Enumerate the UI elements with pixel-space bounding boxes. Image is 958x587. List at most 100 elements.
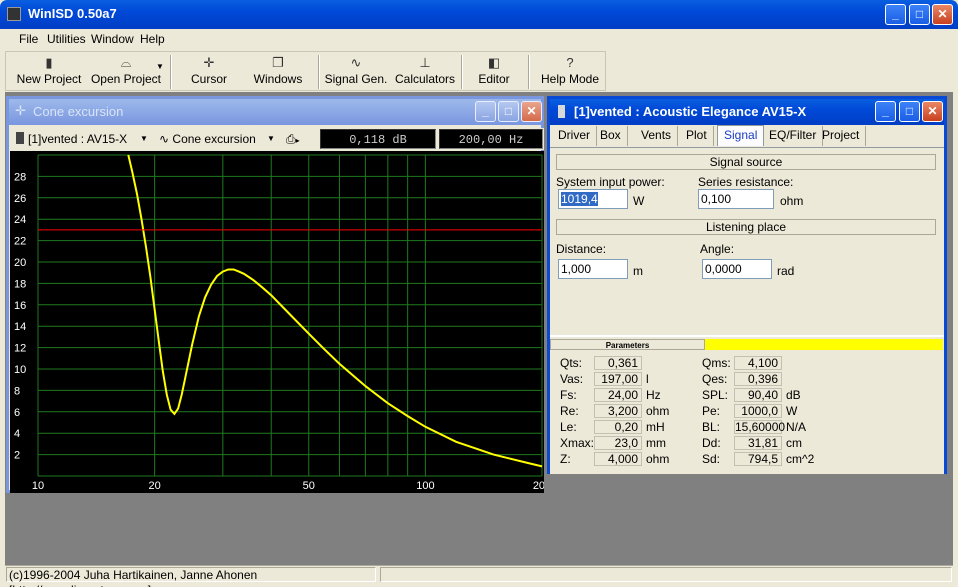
y-tick-label: 24	[14, 214, 26, 226]
param-xmax-label: Xmax:	[560, 436, 595, 450]
menu-utilities[interactable]: Utilities	[47, 32, 86, 46]
windows-icon: ❐	[272, 55, 284, 70]
y-tick-label: 26	[14, 193, 26, 205]
help-mode-button[interactable]: ? Help Mode	[538, 54, 602, 90]
minimize-button[interactable]: _	[885, 4, 906, 25]
tab-strip: Driver Box Vents Plot Signal EQ/Filter P…	[550, 125, 944, 147]
listening-place-header: Listening place	[556, 219, 936, 235]
param-z-label: Z:	[560, 452, 571, 466]
editor-label: Editor	[478, 72, 510, 86]
tab-plot[interactable]: Plot	[680, 126, 714, 146]
cone-excursion-window[interactable]: ✛ Cone excursion _ □ ✕ [1]vented : AV15-…	[6, 96, 551, 493]
properties-titlebar[interactable]: [1]vented : Acoustic Elegance AV15-X _ □…	[550, 99, 944, 125]
toolbar-separator	[528, 55, 530, 89]
toolbar-separator	[461, 55, 463, 89]
maximize-button[interactable]: □	[899, 101, 920, 122]
graph-select[interactable]: ∿ Cone excursion ▼	[159, 129, 277, 149]
minimize-button[interactable]: _	[475, 101, 496, 122]
param-bl-unit: N/A	[786, 420, 807, 434]
tab-vents[interactable]: Vents	[635, 126, 679, 146]
open-project-button[interactable]: ⌓ Open Project	[86, 54, 166, 90]
readout-hz: 200,00 Hz	[439, 129, 543, 149]
windows-label: Windows	[253, 72, 303, 86]
status-text: (c)1996-2004 Juha Hartikainen, Janne Aho…	[6, 567, 376, 587]
cone-excursion-titlebar[interactable]: ✛ Cone excursion _ □ ✕	[9, 99, 542, 125]
y-tick-label: 4	[14, 428, 20, 440]
tab-project[interactable]: Project	[816, 126, 867, 146]
param-dd-value: 31,81	[734, 436, 782, 450]
signal-gen-button[interactable]: ∿ Signal Gen.	[324, 54, 388, 90]
open-project-label: Open Project	[90, 72, 162, 86]
app-icon[interactable]	[7, 7, 21, 21]
close-button[interactable]: ✕	[521, 101, 542, 122]
menubar: File Utilities Window Help	[5, 29, 953, 51]
project-properties-window[interactable]: [1]vented : Acoustic Elegance AV15-X _ □…	[547, 96, 947, 474]
param-qes-label: Qes:	[702, 372, 728, 386]
project-select-value: [1]vented : AV15-X	[28, 132, 128, 146]
editor-button[interactable]: ◧ Editor	[472, 54, 516, 90]
project-select[interactable]: [1]vented : AV15-X ▼	[16, 129, 151, 149]
menu-file[interactable]: File	[19, 32, 38, 46]
menu-window[interactable]: Window	[91, 32, 134, 46]
excursion-curve	[127, 154, 543, 468]
graph-select-value: Cone excursion	[172, 132, 256, 146]
angle-unit: rad	[777, 264, 795, 278]
minimize-button[interactable]: _	[875, 101, 896, 122]
y-tick-label: 18	[14, 278, 26, 290]
maximize-button[interactable]: □	[909, 4, 930, 25]
chevron-down-icon: ▼	[267, 134, 275, 143]
y-tick-label: 22	[14, 236, 26, 248]
param-qes-value: 0,396	[734, 372, 782, 386]
param-spl-unit: dB	[786, 388, 801, 402]
toolbar-separator	[170, 55, 172, 89]
maximize-button[interactable]: □	[498, 101, 519, 122]
tab-box[interactable]: Box	[594, 126, 628, 146]
distance-field[interactable]: 1,000	[558, 259, 628, 279]
param-sd-value: 794,5	[734, 452, 782, 466]
param-fs-value: 24,00	[594, 388, 642, 402]
tab-eq-filter[interactable]: EQ/Filter	[763, 126, 824, 146]
series-resistance-label: Series resistance:	[698, 175, 794, 189]
toolbar-separator	[318, 55, 320, 89]
cursor-icon: ✛	[15, 103, 26, 118]
param-qts-value: 0,361	[594, 356, 642, 370]
param-bl-value: 15,60000	[734, 420, 786, 434]
app-titlebar[interactable]: WinISD 0.50a7 _ □ ✕	[0, 0, 958, 29]
close-button[interactable]: ✕	[932, 4, 953, 25]
tab-driver[interactable]: Driver	[552, 126, 597, 146]
calculators-button[interactable]: ⊥ Calculators	[394, 54, 456, 90]
y-tick-label: 10	[14, 364, 26, 376]
series-resistance-field[interactable]: 0,100	[698, 189, 774, 209]
tab-signal[interactable]: Signal	[717, 125, 765, 146]
parameters-header-bar	[705, 339, 943, 350]
y-tick-label: 16	[14, 300, 26, 312]
y-tick-label: 12	[14, 343, 26, 355]
param-re-value: 3,200	[594, 404, 642, 418]
angle-label: Angle:	[700, 242, 735, 256]
param-vas-label: Vas:	[560, 372, 584, 386]
printer-icon: ⎙	[286, 132, 296, 146]
print-button[interactable]: ⎙▸	[286, 129, 316, 149]
cone-excursion-plot[interactable]: 246810121416182022242628102050100200	[10, 151, 551, 493]
param-qts-label: Qts:	[560, 356, 583, 370]
new-project-button[interactable]: ▮ New Project	[16, 54, 82, 90]
angle-field[interactable]: 0,0000	[702, 259, 772, 279]
chevron-down-icon[interactable]: ▼	[156, 62, 164, 71]
speaker-icon	[16, 132, 24, 144]
param-dd-unit: cm	[786, 436, 802, 450]
y-tick-label: 8	[14, 385, 20, 397]
input-power-label: System input power:	[556, 175, 665, 189]
cursor-button[interactable]: ✛ Cursor	[184, 54, 234, 90]
windows-button[interactable]: ❐ Windows	[250, 54, 306, 90]
menu-help[interactable]: Help	[140, 32, 165, 46]
chart-svg[interactable]: 246810121416182022242628102050100200	[10, 151, 551, 493]
editor-icon: ◧	[487, 55, 501, 70]
param-sd-label: Sd:	[702, 452, 721, 466]
close-button[interactable]: ✕	[922, 101, 943, 122]
app-title: WinISD 0.50a7	[28, 6, 117, 21]
param-sd-unit: cm^2	[786, 452, 815, 466]
input-power-field[interactable]: 1019,4	[558, 189, 628, 209]
signal-gen-icon: ∿	[159, 132, 170, 146]
status-pane	[380, 567, 952, 582]
param-z-unit: ohm	[646, 452, 670, 466]
